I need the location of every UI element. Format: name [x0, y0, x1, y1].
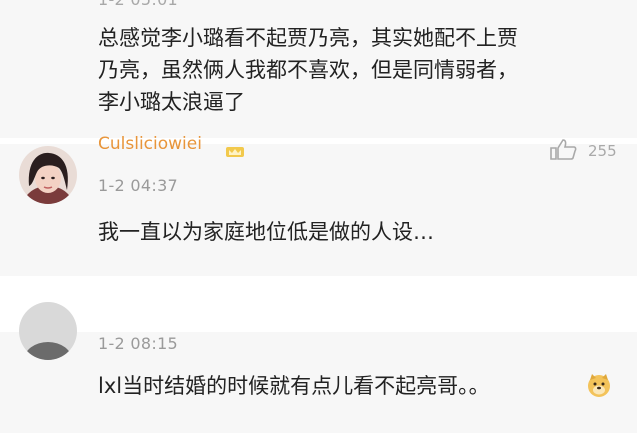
comment-card-1: 1-2 05:01 总感觉李小璐看不起贾乃亮，其实她配不上贾 乃亮，虽然俩人我都…	[0, 0, 637, 138]
comment-divider	[0, 276, 637, 332]
doge-emoji-icon	[588, 374, 610, 397]
like-count: 255	[588, 142, 617, 160]
comment-card-3: 1-2 08:15 lxl当时结婚的时候就有点儿看不起亮哥。。	[0, 302, 637, 433]
comment-time: 1-2 04:37	[98, 176, 179, 195]
user-avatar[interactable]	[19, 302, 77, 360]
comment-time: 1-2 08:15	[98, 334, 179, 353]
comment-text: 我一直以为家庭地位低是做的人设…	[98, 220, 434, 244]
comment-card-2: Culsliciowiei 255 1-2 04:37 我一直以为家庭地位低是做…	[0, 134, 637, 276]
like-thumb-icon[interactable]	[548, 138, 578, 160]
comment-username[interactable]: Culsliciowiei	[98, 134, 202, 152]
comment-time: 1-2 05:01	[98, 0, 178, 9]
vip-crown-icon	[226, 147, 244, 157]
avatar-image	[19, 146, 77, 204]
comment-text: lxl当时结婚的时候就有点儿看不起亮哥。。	[98, 374, 490, 398]
comment-text: 总感觉李小璐看不起贾乃亮，其实她配不上贾 乃亮，虽然俩人我都不喜欢，但是同情弱者…	[98, 26, 518, 114]
avatar-image	[19, 302, 77, 360]
user-avatar[interactable]	[19, 146, 77, 204]
